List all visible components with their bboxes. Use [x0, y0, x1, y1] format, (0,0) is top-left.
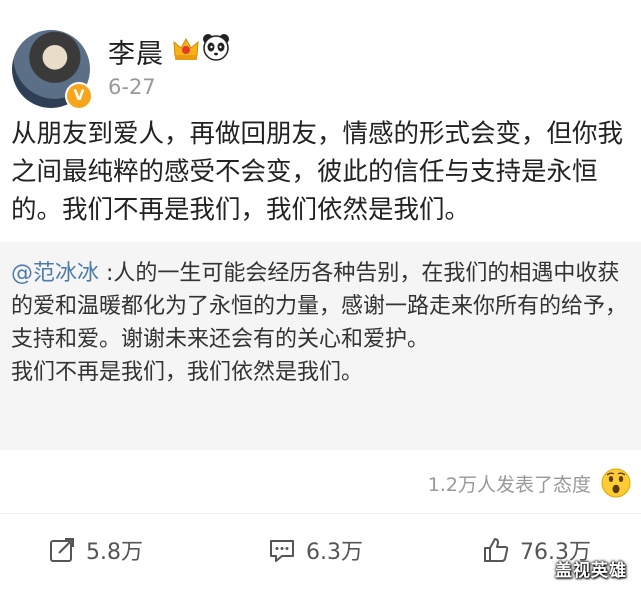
share-icon [50, 538, 74, 562]
share-button[interactable]: 5.8万 [48, 533, 143, 567]
username[interactable]: 李晨 [108, 32, 164, 71]
post-text: 从朋友到爱人，再做回朋友，情感的形式会变，但你我之间最纯粹的感受不会变，彼此的信… [11, 119, 624, 225]
comment-button[interactable]: 6.3万 [268, 533, 363, 567]
weibo-post: V 李晨 6-27 从朋友到爱人，再做回朋友，情感的形式会变，但你我之间最纯粹的… [0, 0, 641, 590]
divider [0, 513, 641, 514]
share-count: 5.8万 [86, 540, 143, 565]
thumbs-up-icon [484, 538, 509, 562]
reactions-count: 1.2万人发表了态度 [427, 473, 591, 496]
repost-closing-line: 我们不再是我们，我们依然是我们。 [11, 360, 364, 385]
panda-icon[interactable] [202, 33, 230, 61]
watermark-text: 盖视英雄 [555, 561, 627, 581]
surprised-emoji-icon [601, 468, 631, 498]
verified-v-icon: V [65, 82, 93, 110]
comment-count: 6.3万 [306, 540, 363, 565]
author-mention-link[interactable]: @范冰冰 [11, 261, 99, 286]
avatar[interactable]: V [12, 30, 93, 110]
repost-block[interactable]: @范冰冰 :人的一生可能会经历各种告别，在我们的相遇中收获的爱和温暖都化为了永恒… [0, 242, 641, 450]
repost-body: :人的一生可能会经历各种告别，在我们的相遇中收获的爱和温暖都化为了永恒的力量，感… [11, 261, 628, 352]
repost-text: @范冰冰 :人的一生可能会经历各种告别，在我们的相遇中收获的爱和温暖都化为了永恒… [11, 257, 633, 389]
verified-badge-letter: V [73, 88, 85, 104]
comment-icon [270, 540, 294, 562]
post-date: 6-27 [108, 75, 156, 99]
crown-icon[interactable] [172, 36, 200, 62]
reactions-summary[interactable]: 1.2万人发表了态度 [428, 466, 631, 500]
